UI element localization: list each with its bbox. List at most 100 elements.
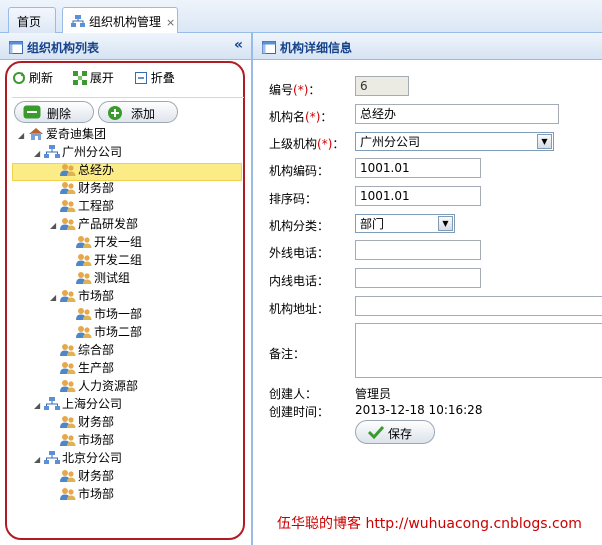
tree-node-label: 市场一部	[94, 307, 143, 321]
tree-node-sh[interactable]: ◢ 上海分公司	[34, 395, 122, 413]
tree-node-bj[interactable]: ◢ 北京分公司	[34, 449, 122, 467]
people-icon	[60, 289, 78, 303]
tree-node-label: 生产部	[78, 361, 115, 375]
people-icon	[60, 182, 76, 194]
org-chart-icon	[44, 451, 62, 465]
tree-node-gz-sc2[interactable]: 市场二部	[66, 323, 142, 341]
tree-node-gz-cwb[interactable]: 财务部	[50, 179, 114, 197]
collapse-panel-icon[interactable]: «	[234, 37, 243, 53]
tab-bar: 首页 组织机构管理 ×	[0, 0, 602, 34]
people-icon	[60, 434, 76, 446]
expand-toggle-icon[interactable]: ◢	[34, 397, 42, 415]
category-select[interactable]: 部门 ▼	[355, 214, 455, 233]
add-button[interactable]: 添加	[98, 101, 178, 123]
tree-node-gz-gcb[interactable]: 工程部	[50, 197, 114, 215]
org-chart-icon	[44, 397, 62, 411]
people-icon	[60, 218, 76, 230]
people-icon	[76, 253, 94, 267]
chevron-down-icon[interactable]: ▼	[438, 216, 453, 231]
org-chart-icon	[71, 15, 85, 31]
org-chart-icon	[44, 145, 60, 158]
tree-node-label: 市场部	[78, 289, 115, 303]
people-icon	[60, 290, 76, 302]
parent-org-select[interactable]: 广州分公司 ▼	[355, 132, 554, 151]
collapse-button[interactable]: 折叠	[134, 69, 175, 86]
tab-org-management[interactable]: 组织机构管理 ×	[62, 7, 178, 34]
org-detail-title: 机构详细信息	[280, 41, 353, 55]
org-list-header: 组织机构列表 «	[0, 33, 251, 60]
people-icon	[76, 272, 92, 284]
creator-label: 创建人：	[269, 387, 318, 401]
people-icon	[76, 271, 94, 285]
org-list-title: 组织机构列表	[27, 41, 100, 55]
tree-node-label: 市场二部	[94, 325, 143, 339]
tree-node-gz-zhb[interactable]: 综合部	[50, 341, 114, 359]
address-label: 机构地址：	[269, 302, 330, 316]
people-icon	[60, 487, 78, 501]
tree-node-sh-cwb[interactable]: 财务部	[50, 413, 114, 431]
refresh-button[interactable]: 刷新	[12, 69, 53, 86]
people-icon	[60, 181, 78, 195]
people-icon	[60, 343, 78, 357]
expand-toggle-icon[interactable]: ◢	[50, 217, 58, 235]
save-button[interactable]: 保存	[355, 420, 435, 444]
add-icon	[108, 106, 122, 120]
tree-node-gz-rlzyb[interactable]: 人力资源部	[50, 377, 138, 395]
delete-button[interactable]: 删除	[14, 101, 94, 123]
tree-node-bj-scb[interactable]: 市场部	[50, 485, 114, 503]
tree-node-gz-sc1[interactable]: 市场一部	[66, 305, 142, 323]
tree-node-sh-scb[interactable]: 市场部	[50, 431, 114, 449]
address-field[interactable]	[355, 296, 602, 316]
tree-node-gz-scb2[interactable]: 生产部	[50, 359, 114, 377]
int-phone-field[interactable]	[355, 268, 481, 288]
tree-node-gz[interactable]: ◢ 广州分公司	[34, 143, 122, 161]
name-field[interactable]: 总经办	[355, 104, 559, 124]
collapse-icon	[134, 72, 147, 84]
tree-node-gz-zjb[interactable]: 总经办	[50, 161, 114, 179]
remark-field[interactable]	[355, 323, 602, 378]
people-icon	[76, 235, 94, 249]
check-icon	[368, 425, 384, 439]
sort-field[interactable]: 1001.01	[355, 186, 481, 206]
expand-toggle-icon[interactable]: ◢	[18, 127, 26, 145]
expand-toggle-icon[interactable]: ◢	[34, 451, 42, 469]
people-icon	[60, 344, 76, 356]
tree-node-bj-cwb[interactable]: 财务部	[50, 467, 114, 485]
close-icon[interactable]: ×	[166, 16, 175, 29]
tree-node-gz-kf2[interactable]: 开发二组	[66, 251, 142, 269]
tree-node-gz-kf1[interactable]: 开发一组	[66, 233, 142, 251]
tree-node-label: 北京分公司	[62, 451, 123, 465]
code-field[interactable]: 1001.01	[355, 158, 481, 178]
tree-node-gz-cpyfb[interactable]: ◢ 产品研发部	[50, 215, 138, 233]
expand-toggle-icon[interactable]: ◢	[34, 145, 42, 163]
people-icon	[60, 469, 78, 483]
id-field: 6	[355, 76, 409, 96]
ext-phone-field[interactable]	[355, 240, 481, 260]
tree-node-gz-cs[interactable]: 测试组	[66, 269, 130, 287]
tab-home[interactable]: 首页	[8, 7, 56, 33]
tree-node-root[interactable]: ◢ 爱奇迪集团	[18, 125, 106, 143]
delete-icon	[23, 105, 41, 119]
people-icon	[60, 415, 78, 429]
people-icon	[60, 164, 76, 176]
home-icon	[29, 128, 43, 140]
org-chart-icon	[44, 145, 62, 159]
people-icon	[76, 308, 92, 320]
org-chart-icon	[44, 397, 60, 410]
detail-panel-icon	[262, 41, 276, 54]
expand-icon	[72, 71, 87, 85]
refresh-icon	[13, 72, 25, 84]
chevron-down-icon[interactable]: ▼	[537, 134, 552, 149]
created-time-value: 2013-12-18 10:16:28	[355, 403, 483, 417]
tree-node-gz-scb[interactable]: ◢ 市场部	[50, 287, 114, 305]
tree-node-label: 财务部	[78, 415, 115, 429]
tree-node-label: 市场部	[78, 487, 115, 501]
created-time-label: 创建时间：	[269, 405, 330, 419]
people-icon	[60, 488, 76, 500]
expand-toggle-icon[interactable]: ◢	[50, 289, 58, 307]
remark-label: 备注：	[269, 347, 306, 361]
id-label: 编号(*)：	[269, 83, 321, 97]
list-panel-icon	[9, 41, 23, 54]
expand-button[interactable]: 展开	[72, 69, 114, 86]
tree-node-label: 市场部	[78, 433, 115, 447]
